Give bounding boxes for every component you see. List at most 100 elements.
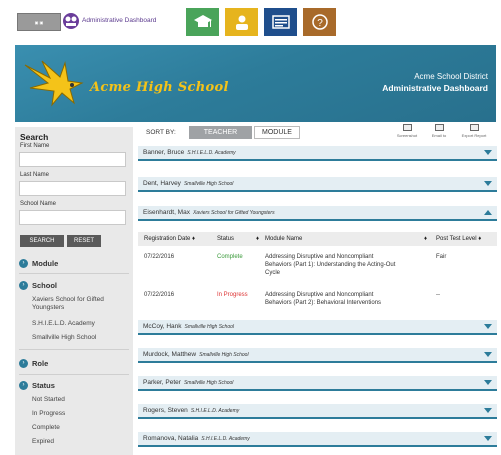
teacher-name: Banner, Bruce	[143, 149, 185, 156]
school-name: Acme High School	[90, 80, 229, 95]
screenshot-label: Screenshot	[396, 133, 418, 138]
module-name-line: Addressing Disruptive and Noncompliant	[265, 254, 374, 260]
status-filter-toggle[interactable]: › Status	[19, 378, 129, 392]
admin-dashboard-link[interactable]: Administrative Dashboard	[82, 17, 156, 24]
teacher-name: Dent, Harvey	[143, 180, 181, 187]
sort-module-icon[interactable]: ♦	[424, 236, 427, 242]
school-option[interactable]: Xaviers School for Gifted Youngsters	[32, 296, 132, 312]
teacher-name: McCoy, Hank	[143, 323, 182, 330]
expand-icon: ›	[19, 258, 28, 268]
chevron-down-icon	[484, 150, 492, 155]
search-button[interactable]: SEARCH	[20, 235, 64, 247]
nav-help-button[interactable]: ?	[303, 8, 336, 36]
chevron-down-icon	[484, 324, 492, 329]
module-filter-label: Module	[32, 258, 59, 268]
teacher-school: Smallville High School	[199, 351, 249, 358]
district-name: Acme School District	[414, 72, 488, 81]
col-post-test-level[interactable]: Post Test Level ♦	[436, 236, 481, 242]
sort-module-button[interactable]: MODULE	[254, 126, 300, 139]
teacher-name: Rogers, Steven	[143, 407, 188, 414]
teacher-school: S.H.I.E.L.D. Academy	[201, 435, 250, 442]
teacher-row-expanded[interactable]: Eisenhardt, Max Xaviers School for Gifte…	[138, 206, 497, 221]
teacher-row[interactable]: Romanova, Natalia S.H.I.E.L.D. Academy	[138, 432, 497, 447]
report-icon	[271, 15, 290, 29]
teacher-row[interactable]: McCoy, Hank Smallville High School	[138, 320, 497, 335]
status-option[interactable]: Complete	[32, 424, 132, 432]
expand-icon: ›	[19, 358, 28, 368]
teacher-name: Parker, Peter	[143, 379, 181, 386]
first-name-label: First Name	[20, 143, 50, 149]
col-module-name[interactable]: Module Name	[265, 236, 302, 242]
email-icon	[434, 124, 444, 131]
dashboard-title: Administrative Dashboard	[382, 83, 488, 93]
status-option[interactable]: Not Started	[32, 396, 132, 404]
registration-date: 07/22/2016	[144, 292, 175, 298]
chevron-up-icon	[484, 210, 492, 215]
school-banner: Acme High School Acme School District Ad…	[15, 45, 496, 122]
module-name-line: Behaviors (Part 2): Behavioral Intervent…	[265, 300, 382, 306]
screenshot-icon	[402, 124, 412, 131]
teacher-school: S.H.I.E.L.D. Academy	[187, 149, 236, 156]
first-name-field[interactable]	[19, 152, 126, 167]
divider	[19, 374, 129, 375]
help-icon: ?	[311, 14, 328, 30]
email-tool[interactable]: Email to	[425, 124, 453, 144]
sort-teacher-button[interactable]: TEACHER	[189, 126, 252, 139]
nav-report-button[interactable]	[264, 8, 297, 36]
sort-status-icon[interactable]: ♦	[256, 236, 259, 242]
school-filter-label: School	[32, 280, 58, 290]
sort-by-label: SORT BY:	[146, 129, 176, 136]
school-name-field[interactable]	[19, 210, 126, 225]
module-name-line: Cycle	[265, 270, 281, 276]
post-test-level: --	[436, 292, 440, 298]
teacher-row[interactable]: Murdock, Matthew Smallville High School	[138, 348, 497, 363]
teacher-name: Eisenhardt, Max	[143, 209, 190, 216]
teacher-name: Murdock, Matthew	[143, 351, 197, 358]
email-label: Email to	[431, 133, 447, 138]
expand-icon: ›	[19, 380, 28, 390]
col-status[interactable]: Status	[217, 236, 234, 242]
chevron-down-icon	[484, 181, 492, 186]
school-filter-toggle[interactable]: › School	[19, 278, 129, 292]
teacher-row[interactable]: Banner, Bruce S.H.I.E.L.D. Academy	[138, 146, 497, 161]
user-icon	[235, 15, 248, 30]
status-option[interactable]: Expired	[32, 438, 132, 446]
nav-user-button[interactable]	[225, 8, 258, 36]
sort-bar: SORT BY: TEACHER MODULE Screenshot Email…	[138, 124, 498, 142]
school-name-label: School Name	[20, 201, 57, 207]
status-value: Complete	[217, 254, 243, 260]
iris-logo[interactable]: ▣ ▣	[17, 13, 61, 31]
divider	[19, 349, 129, 350]
reset-button[interactable]: RESET	[67, 235, 101, 247]
teacher-school: S.H.I.E.L.D. Academy	[190, 407, 240, 414]
teacher-row[interactable]: Rogers, Steven S.H.I.E.L.D. Academy	[138, 404, 497, 419]
export-label: Export Report	[461, 133, 487, 138]
export-tool[interactable]: Export Report	[460, 124, 488, 144]
status-option[interactable]: In Progress	[32, 410, 132, 418]
svg-text:?: ?	[317, 18, 323, 29]
col-registration-date[interactable]: Registration Date ♦	[144, 236, 195, 242]
teacher-name: Romanova, Natalia	[143, 435, 199, 442]
last-name-field[interactable]	[19, 181, 126, 196]
module-name[interactable]: Addressing Disruptive and Noncompliant B…	[265, 291, 430, 307]
graduation-cap-icon	[193, 15, 212, 27]
teacher-row[interactable]: Dent, Harvey Smallville High School	[138, 177, 497, 192]
status-filter-label: Status	[32, 380, 55, 390]
screenshot-tool[interactable]: Screenshot	[393, 124, 421, 144]
school-option[interactable]: Smallville High School	[32, 334, 132, 342]
module-filter-toggle[interactable]: › Module	[19, 256, 129, 270]
dashboard-icon	[63, 13, 79, 29]
module-name[interactable]: Addressing Disruptive and Noncompliant B…	[265, 253, 430, 277]
search-heading: Search	[20, 132, 49, 142]
eagle-mascot-icon	[24, 60, 84, 107]
nav-grad-button[interactable]	[186, 8, 219, 36]
post-test-level: Fair	[436, 254, 447, 260]
module-name-line: Addressing Disruptive and Noncompliant	[265, 292, 374, 298]
registration-date: 07/22/2016	[144, 254, 175, 260]
teacher-school: Smallville High School	[183, 180, 234, 187]
expand-icon: ›	[19, 280, 28, 290]
role-filter-toggle[interactable]: › Role	[19, 356, 129, 370]
teacher-school: Smallville High School	[183, 379, 234, 386]
teacher-row[interactable]: Parker, Peter Smallville High School	[138, 376, 497, 391]
school-option[interactable]: S.H.I.E.L.D. Academy	[32, 320, 132, 328]
